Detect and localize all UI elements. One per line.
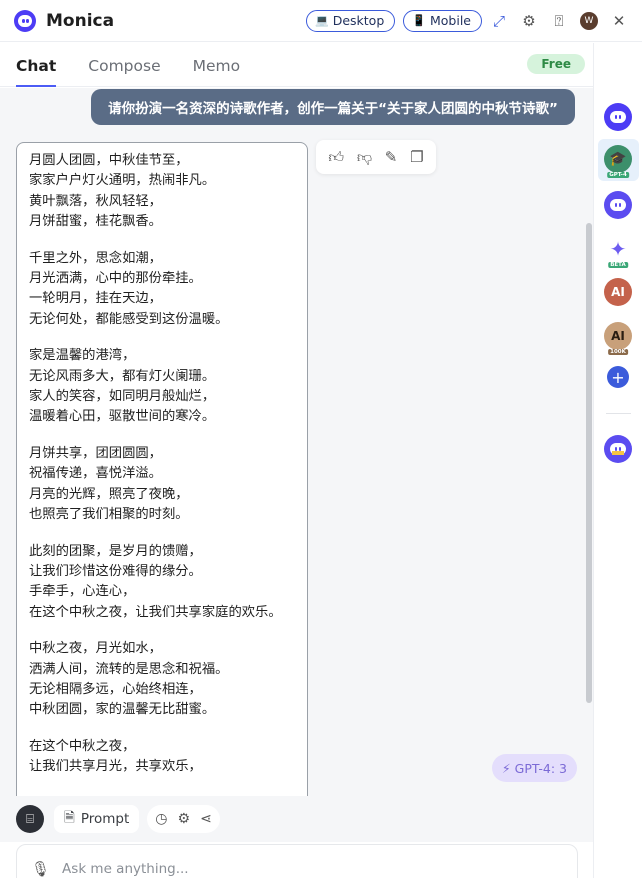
tool-group: ◷ ⚙ ⋖ [147, 805, 220, 833]
app-title: Monica [46, 10, 115, 31]
claude-100k-bot-icon[interactable]: AI 100K [604, 322, 632, 355]
tab-compose[interactable]: Compose [88, 57, 160, 86]
poem-line: 月圆人团圆，中秋佳节至， [29, 153, 189, 168]
poem-line: 中秋之夜，月光如水， [29, 641, 162, 657]
poem-line: 中秋团圆，家的温馨无比甜蜜。 [29, 702, 216, 718]
chat-scrollbar[interactable] [586, 223, 592, 703]
poem-line: 祝福传递，喜悦洋溢。 [29, 466, 162, 482]
phone-icon: 📱 [412, 14, 426, 27]
poem-line: 黄叶飘落，秋风轻轻， [29, 193, 162, 209]
poem-line: 手牵手，心连心， [29, 584, 136, 600]
app-header: Monica 💻 Desktop 📱 Mobile ⤢ ⚙ ⍰ W ✕ [0, 0, 642, 42]
gpt4-bot-icon[interactable]: 🎓 GPT-4 [604, 145, 632, 178]
poem-stanza: 家是温馨的港湾， 无论风雨多大，都有灯火阑珊。 家人的笑容，如同明月般灿烂， 温… [29, 346, 295, 428]
100k-tag: 100K [608, 349, 628, 355]
settings-gear-icon[interactable]: ⚙ [516, 8, 542, 34]
poem-line: 家家户户灯火通明，热闹非凡。 [29, 173, 216, 189]
poem-line: 温暖着心田，驱散世间的寒冷。 [29, 409, 216, 425]
poem-line: 也照亮了我们相聚的时刻。 [29, 507, 189, 523]
edit-icon[interactable]: ✎ [385, 148, 398, 166]
model-usage-badge[interactable]: ⚡ GPT-4: 3 [491, 754, 577, 782]
poem-line: 此刻的团聚，是岁月的馈赠， [29, 543, 202, 559]
history-clock-icon[interactable]: ◷ [155, 811, 167, 827]
lightning-icon: ⚡ [501, 760, 511, 776]
copy-icon[interactable]: ❐ [410, 148, 423, 166]
free-plan-badge[interactable]: Free [527, 54, 585, 74]
mobile-label: Mobile [429, 13, 471, 28]
poem-line: 月饼甜蜜，桂花飘香。 [29, 214, 162, 230]
poem-line: 洒满人间，流转的是思念和祝福。 [29, 661, 229, 677]
poem-stanza: 中秋之夜，月光如水， 洒满人间，流转的是思念和祝福。 无论相隔多远，心始终相连，… [29, 639, 295, 721]
main-tabs: Chat Compose Memo Free [0, 43, 593, 87]
poem-line: 月亮的光辉，照亮了夜晚， [29, 486, 189, 502]
sidebar-divider [606, 413, 631, 414]
monica-alt-bot-icon[interactable] [604, 191, 632, 219]
graduation-cap-icon: 🎓 [609, 151, 627, 167]
chat-settings-gear-icon[interactable]: ⚙ [178, 811, 191, 827]
help-icon[interactable]: ⍰ [546, 8, 572, 34]
share-icon[interactable]: ⋖ [200, 811, 212, 827]
poem-line: 千里之外，思念如潮， [29, 250, 162, 266]
expand-icon[interactable]: ⤢ [486, 8, 512, 34]
thumbs-up-icon[interactable]: 👍︎ [328, 148, 344, 167]
chat-input-box: 🎙︎ [16, 844, 578, 878]
poem-line: 家人的笑容，如同明月般灿烂， [29, 389, 216, 405]
prompt-button[interactable]: 🗎 Prompt [54, 805, 140, 833]
poem-line: 无论风雨多大，都有灯火阑珊。 [29, 368, 216, 384]
gemini-sparkle-icon[interactable]: ✦ BETA [604, 235, 632, 268]
poem-stanza: 千里之外，思念如潮， 月光洒满，心中的那份牵挂。 一轮明月，挂在天边， 无论何处… [29, 249, 295, 331]
poem-line: 月饼共享，团团圆圆， [29, 445, 162, 461]
monica-bot-icon[interactable] [604, 103, 632, 131]
desktop-label: Desktop [332, 13, 385, 28]
poem-stanza: 在这个中秋之夜， 让我们共享月光，共享欢乐， [29, 737, 295, 778]
desktop-button[interactable]: 💻 Desktop [306, 9, 396, 32]
invite-gift-icon[interactable] [604, 435, 632, 463]
tab-chat[interactable]: Chat [16, 57, 57, 87]
poem-line: 让我们珍惜这份难得的缘分。 [29, 563, 202, 579]
poem-stanza: 此刻的团聚，是岁月的馈赠， 让我们珍惜这份难得的缘分。 手牵手，心连心， 在这个… [29, 542, 295, 624]
poem-line: 一轮明月，挂在天边， [29, 291, 162, 307]
tab-memo[interactable]: Memo [193, 57, 241, 86]
ask-input[interactable] [62, 861, 543, 877]
avatar-initial: W [580, 11, 598, 30]
toolkit-button[interactable]: ⌸ [16, 805, 44, 833]
poem-line: 无论相隔多远，心始终相连， [29, 681, 202, 697]
prompt-label: Prompt [80, 811, 130, 827]
bot-sidebar: 🎓 GPT-4 ✦ BETA AI AI 100K + [593, 43, 642, 878]
poem-line: 让我们共享月光，共享欢乐， [29, 759, 202, 775]
document-icon: 🗎 [64, 809, 75, 826]
close-icon[interactable]: ✕ [606, 8, 632, 34]
poem-line: 在这个中秋之夜，让我们共享家庭的欢乐。 [29, 604, 282, 620]
toolbox-icon: ⌸ [26, 811, 34, 827]
thumbs-down-icon[interactable]: 👎︎ [357, 148, 372, 167]
monica-logo-icon [14, 9, 36, 32]
poem-line: 无论何处，都能感受到这份温暖。 [29, 311, 229, 327]
composer-toolbar: ⌸ 🗎 Prompt ◷ ⚙ ⋖ [0, 796, 593, 842]
poem-stanza: 月饼共享，团团圆圆， 祝福传递，喜悦洋溢。 月亮的光辉，照亮了夜晚， 也照亮了我… [29, 444, 295, 526]
poem-line: 家是温馨的港湾， [29, 348, 136, 364]
mobile-button[interactable]: 📱 Mobile [403, 9, 482, 32]
microphone-icon[interactable]: 🎙︎ [31, 860, 50, 878]
poem-line: 月光洒满，心中的那份牵挂。 [29, 271, 202, 287]
gpt4-tag: GPT-4 [607, 172, 629, 178]
user-message: 请你扮演一名资深的诗歌作者，创作一篇关于“关于家人团圆的中秋节诗歌” [91, 89, 575, 125]
user-avatar[interactable]: W [576, 8, 602, 34]
add-bot-plus-icon[interactable]: + [607, 366, 629, 388]
chat-area: 请你扮演一名资深的诗歌作者，创作一篇关于“关于家人团圆的中秋节诗歌” 月圆人团圆… [0, 88, 593, 796]
beta-tag: BETA [608, 262, 628, 268]
claude-bot-icon[interactable]: AI [604, 278, 632, 306]
message-actions: 👍︎ 👎︎ ✎ ❐ [316, 140, 436, 174]
laptop-icon: 💻 [315, 14, 329, 27]
poem-stanza: 月圆人团圆，中秋佳节至， 家家户户灯火通明，热闹非凡。 黄叶飘落，秋风轻轻， 月… [29, 151, 295, 233]
model-usage-label: GPT-4: 3 [514, 760, 567, 776]
assistant-message: 月圆人团圆，中秋佳节至， 家家户户灯火通明，热闹非凡。 黄叶飘落，秋风轻轻， 月… [16, 142, 308, 796]
poem-line: 在这个中秋之夜， [29, 738, 136, 754]
